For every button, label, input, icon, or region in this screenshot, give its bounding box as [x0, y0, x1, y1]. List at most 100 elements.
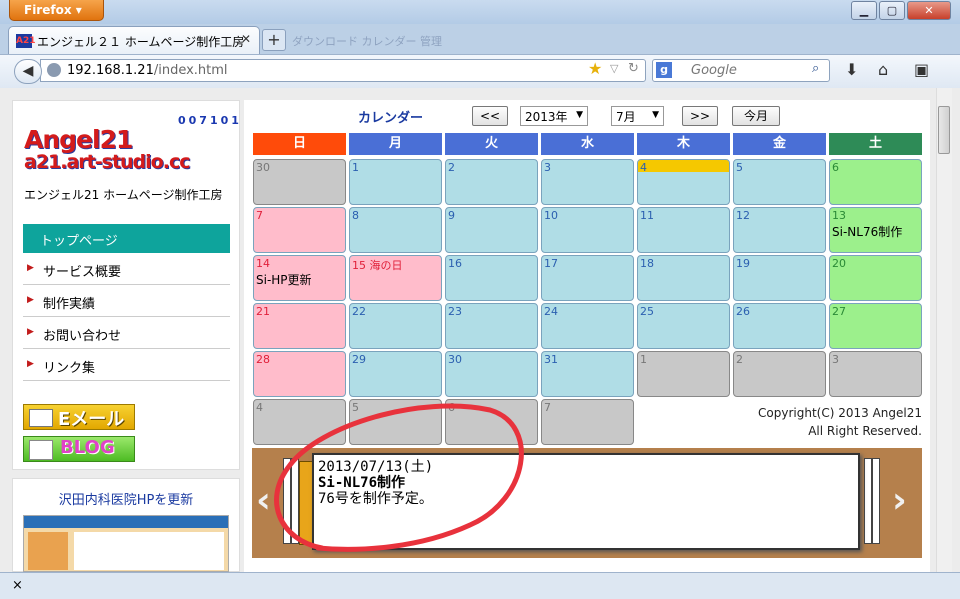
day-number: 4 [640, 161, 647, 174]
calendar-event-label[interactable]: Si-HP更新 [256, 271, 345, 288]
calendar-day-cell[interactable]: 22 [349, 303, 442, 349]
day-number: 15 海の日 [352, 259, 403, 272]
calendar-day-cell[interactable]: 3 [829, 351, 922, 397]
search-icon[interactable]: ⌕ [812, 61, 819, 76]
menu-item-services[interactable]: ▶ サービス概要 [23, 254, 230, 285]
calendar-day-cell[interactable]: 25 [637, 303, 730, 349]
home-icon[interactable]: ⌂ [878, 60, 888, 79]
weekday-header: 金 [733, 133, 826, 155]
calendar-event-label[interactable]: Si-NL76制作 [832, 223, 921, 240]
site-logo-title[interactable]: Angel21 [24, 127, 133, 153]
calendar-day-cell[interactable]: 27 [829, 303, 922, 349]
calendar-day-cell[interactable]: 29 [349, 351, 442, 397]
calendar-day-cell[interactable]: 1 [637, 351, 730, 397]
calendar-day-cell[interactable]: 28 [253, 351, 346, 397]
day-number: 10 [544, 209, 558, 222]
calendar-day-cell[interactable]: 2 [445, 159, 538, 205]
prev-month-button[interactable]: << [472, 106, 508, 126]
calendar-day-cell[interactable]: 19 [733, 255, 826, 301]
day-number: 20 [832, 257, 846, 270]
calendar-day-cell[interactable]: 10 [541, 207, 634, 253]
website-thumbnail-image[interactable] [23, 515, 229, 572]
calendar-day-cell[interactable]: 13 Si-NL76制作 [829, 207, 922, 253]
calendar-day-cell[interactable]: 17 [541, 255, 634, 301]
calendar-day-cell[interactable]: 4 [637, 159, 730, 205]
calendar-day-cell[interactable]: 24 [541, 303, 634, 349]
email-button[interactable]: Eメール [23, 404, 135, 430]
year-select[interactable]: 2013年 ▼ [520, 106, 588, 126]
firefox-menu-button[interactable]: Firefox ▾ [9, 0, 104, 21]
back-button[interactable]: ◀ [14, 59, 42, 84]
calendar-day-cell[interactable]: 30 [445, 351, 538, 397]
calendar-day-cell[interactable]: 16 [445, 255, 538, 301]
blog-button[interactable]: BLOG [23, 436, 135, 462]
menu-item-top-page[interactable]: トップページ [23, 224, 230, 253]
new-tab-button[interactable]: + [262, 29, 286, 51]
bookmarks-menu-icon[interactable]: ▣ [914, 60, 929, 79]
calendar-day-cell[interactable]: 21 [253, 303, 346, 349]
reload-icon[interactable]: ↻ [628, 61, 639, 76]
calendar-day-cell[interactable]: 20 [829, 255, 922, 301]
tab-active[interactable]: A21 エンジェル２１ ホームページ制作工房 ✕ [8, 26, 260, 54]
chevron-down-icon: ▼ [576, 110, 583, 120]
calendar-day-cell[interactable]: 2 [733, 351, 826, 397]
calendar-day-cell[interactable]: 8 [349, 207, 442, 253]
note-stack-left [291, 458, 299, 544]
calendar-day-cell[interactable]: 9 [445, 207, 538, 253]
calendar-day-cell[interactable]: 3 [541, 159, 634, 205]
menu-item-links[interactable]: ▶ リンク集 [23, 350, 230, 381]
calendar-day-cell[interactable]: 6 [445, 399, 538, 445]
previous-note-arrow-icon[interactable]: ‹ [256, 480, 271, 521]
calendar-day-cell[interactable]: 11 [637, 207, 730, 253]
note-stack-right [872, 458, 880, 544]
calendar-day-cell[interactable]: 31 [541, 351, 634, 397]
search-input[interactable]: Google [652, 59, 830, 82]
next-note-arrow-icon[interactable]: › [892, 480, 907, 521]
calendar-day-cell[interactable]: 7 [541, 399, 634, 445]
news-link[interactable]: 沢田内科医院HPを更新 [12, 489, 240, 508]
day-number: 29 [352, 353, 366, 366]
day-number: 5 [352, 401, 359, 414]
calendar-day-cell[interactable]: 30 [253, 159, 346, 205]
scrollbar-thumb[interactable] [938, 106, 950, 154]
month-select[interactable]: 7月 ▼ [611, 106, 664, 126]
calendar-day-cell[interactable]: 1 [349, 159, 442, 205]
search-engine-icon[interactable]: g [656, 62, 672, 78]
calendar-day-cell[interactable]: 14 Si-HP更新 [253, 255, 346, 301]
menu-item-works[interactable]: ▶ 制作実績 [23, 286, 230, 317]
tab-close-icon[interactable]: ✕ [241, 32, 251, 46]
calendar-day-cell[interactable]: 23 [445, 303, 538, 349]
site-identity-icon[interactable] [47, 63, 61, 77]
statusbar-close-icon[interactable]: × [12, 578, 23, 593]
day-number: 28 [256, 353, 270, 366]
download-icon[interactable]: ⬇ [845, 60, 858, 79]
copyright-line1: Copyright(C) 2013 Angel21 [758, 406, 922, 420]
calendar-day-cell[interactable]: 7 [253, 207, 346, 253]
maximize-button[interactable]: ▢ [879, 1, 905, 20]
next-month-button[interactable]: >> [682, 106, 718, 126]
close-window-button[interactable]: ✕ [907, 1, 951, 20]
url-history-dropdown-icon[interactable]: ▽ [610, 62, 618, 75]
calendar-title: カレンダー [358, 111, 424, 126]
day-number: 13 [832, 209, 846, 222]
weekday-header: 日 [253, 133, 346, 155]
calendar-day-cell[interactable]: 4 [253, 399, 346, 445]
day-number: 12 [736, 209, 750, 222]
calendar-day-cell[interactable]: 5 [733, 159, 826, 205]
site-logo-domain[interactable]: a21.art-studio.cc [24, 151, 190, 173]
tab-background[interactable]: ダウンロード カレンダー 管理 [288, 29, 448, 51]
menu-item-contact[interactable]: ▶ お問い合わせ [23, 318, 230, 349]
url-bar[interactable]: 192.168.1.21/index.html [40, 59, 646, 82]
calendar-day-cell[interactable]: 18 [637, 255, 730, 301]
bookmark-star-icon[interactable]: ★ [588, 59, 602, 78]
calendar-day-cell[interactable]: 6 [829, 159, 922, 205]
calendar-day-cell[interactable]: 5 [349, 399, 442, 445]
minimize-button[interactable]: ▁ [851, 1, 877, 20]
calendar-day-cell[interactable]: 12 [733, 207, 826, 253]
current-month-button[interactable]: 今月 [732, 106, 780, 126]
calendar-day-cell[interactable]: 26 [733, 303, 826, 349]
vertical-scrollbar[interactable] [936, 88, 952, 572]
day-number: 24 [544, 305, 558, 318]
calendar-day-cell[interactable]: 15 海の日 [349, 255, 442, 301]
url-path: /index.html [153, 63, 228, 78]
